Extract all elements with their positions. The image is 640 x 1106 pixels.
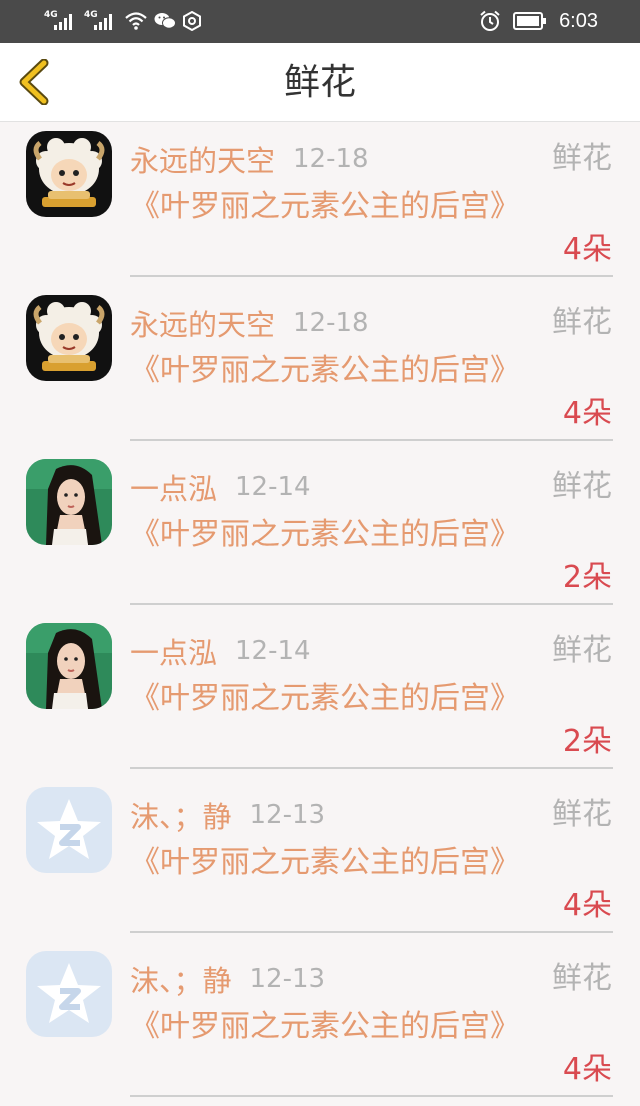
sender-name[interactable]: 永远的天空 — [130, 138, 275, 180]
list-item[interactable]: 一点泓 12-14 鲜花 《叶罗丽之元素公主的后宫》 2朵 — [0, 450, 640, 614]
gift-count: 4朵 — [562, 888, 612, 923]
gift-date: 12-14 — [235, 472, 311, 502]
sheep-avatar[interactable] — [26, 131, 112, 217]
gift-count: 4朵 — [562, 232, 612, 267]
divider — [130, 275, 613, 277]
divider — [130, 931, 613, 933]
book-title[interactable]: 《叶罗丽之元素公主的后宫》 — [130, 348, 520, 394]
gift-type: 鲜花 — [552, 305, 612, 340]
list-item[interactable]: 沫、；静 12-13 鲜花 《叶罗丽之元素公主的后宫》 4朵 — [0, 778, 640, 942]
sender-name[interactable]: 一点泓 — [130, 630, 217, 672]
alarm-clock-icon — [480, 10, 500, 31]
list-item[interactable]: 一点泓 12-14 鲜花 《叶罗丽之元素公主的后宫》 2朵 — [0, 614, 640, 778]
gift-count: 4朵 — [562, 1052, 612, 1087]
gift-count: 4朵 — [562, 396, 612, 431]
sender-name[interactable]: 一点泓 — [130, 466, 217, 508]
header-bar: 鲜花 — [0, 43, 640, 122]
woman-portrait-avatar[interactable] — [26, 459, 112, 545]
book-title[interactable]: 《叶罗丽之元素公主的后宫》 — [130, 676, 520, 722]
divider — [130, 1095, 613, 1097]
list-item[interactable]: 永远的天空 12-18 鲜花 《叶罗丽之元素公主的后宫》 4朵 — [0, 122, 640, 286]
gift-date: 12-18 — [293, 144, 369, 174]
gift-date: 12-13 — [249, 800, 326, 830]
divider — [130, 603, 613, 605]
signal-strength-icon: 4G — [84, 10, 118, 32]
clock-time: 6:03 — [559, 9, 598, 32]
book-title[interactable]: 《叶罗丽之元素公主的后宫》 — [130, 184, 520, 230]
gift-count: 2朵 — [562, 560, 612, 595]
divider — [130, 767, 613, 769]
wifi-icon — [125, 12, 147, 30]
book-title[interactable]: 《叶罗丽之元素公主的后宫》 — [130, 1004, 520, 1050]
book-title[interactable]: 《叶罗丽之元素公主的后宫》 — [130, 512, 520, 558]
sender-name[interactable]: 沫、；静 — [130, 958, 232, 1000]
divider — [130, 439, 613, 441]
gift-date: 12-13 — [249, 964, 326, 994]
gift-count: 2朵 — [562, 724, 612, 759]
book-title[interactable]: 《叶罗丽之元素公主的后宫》 — [130, 840, 520, 886]
gift-date: 12-14 — [235, 636, 311, 666]
page-title: 鲜花 — [283, 62, 356, 103]
sender-name[interactable]: 永远的天空 — [130, 302, 275, 344]
notification-app-icon — [183, 11, 201, 31]
signal-strength-icon: 4G — [44, 10, 78, 32]
list-item[interactable]: 永远的天空 12-18 鲜花 《叶罗丽之元素公主的后宫》 4朵 — [0, 286, 640, 450]
gift-date: 12-18 — [293, 308, 369, 338]
list-item[interactable]: 沫、；静 12-13 鲜花 《叶罗丽之元素公主的后宫》 4朵 — [0, 942, 640, 1106]
woman-portrait-avatar[interactable] — [26, 623, 112, 709]
gift-type: 鲜花 — [552, 469, 612, 504]
gift-type: 鲜花 — [552, 141, 612, 176]
sheep-avatar[interactable] — [26, 295, 112, 381]
status-bar: 4G 4G 6:03 — [0, 0, 640, 43]
gift-type: 鲜花 — [552, 797, 612, 832]
gift-type: 鲜花 — [552, 633, 612, 668]
flower-gift-list: 永远的天空 12-18 鲜花 《叶罗丽之元素公主的后宫》 4朵 永远的天空 12… — [0, 122, 640, 1106]
qzone-star-avatar[interactable] — [26, 951, 112, 1037]
qzone-star-avatar[interactable] — [26, 787, 112, 873]
gift-type: 鲜花 — [552, 961, 612, 996]
wechat-icon — [154, 13, 176, 29]
sender-name[interactable]: 沫、；静 — [130, 794, 232, 836]
battery-icon — [513, 12, 547, 30]
